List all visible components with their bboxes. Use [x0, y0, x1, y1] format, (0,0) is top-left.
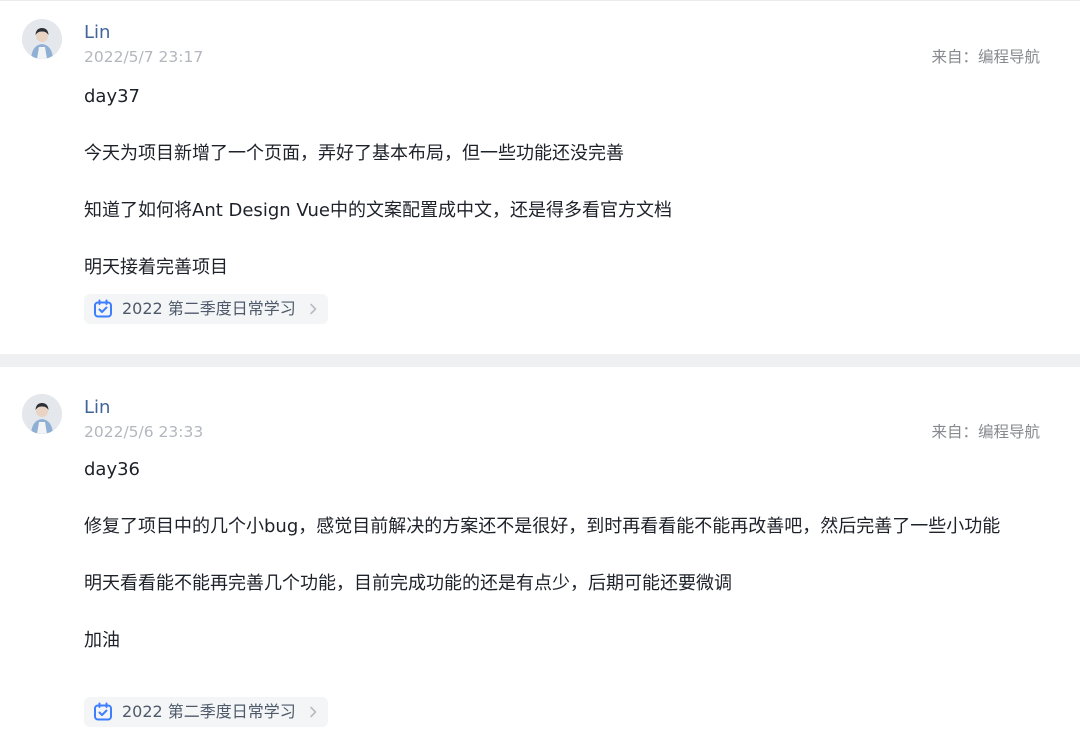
post-paragraph: day36 — [84, 459, 141, 480]
topic-tag[interactable]: 2022 第二季度日常学习 — [84, 294, 328, 324]
avatar[interactable] — [22, 394, 62, 434]
post-paragraph: 知道了如何将Ant Design Vue中的文案配置成中文，还是得多看官方文档 — [84, 200, 672, 221]
post-content: day37 今天为项目新增了一个页面，弄好了基本布局，但一些功能还没完善 知道了… — [84, 83, 1044, 282]
post-timestamp: 2022/5/6 23:33 — [84, 423, 204, 441]
post-paragraph: 明天看看能不能再完善几个功能，目前完成功能的还是有点少，后期可能还要微调 — [84, 573, 732, 594]
topic-tag-label: 2022 第二季度日常学习 — [122, 702, 296, 721]
post-source[interactable]: 来自：编程导航 — [931, 422, 1040, 442]
post-feed: Lin 2022/5/7 23:17 来自：编程导航 day37 今天为项目新增… — [0, 0, 1080, 746]
post-card: Lin 2022/5/6 23:33 来自：编程导航 day36 修复了项目中的… — [0, 367, 1080, 746]
post-content: day36 修复了项目中的几个小bug，感觉目前解决的方案还不是很好，到时再看看… — [84, 456, 1044, 655]
post-timestamp: 2022/5/7 23:17 — [84, 48, 204, 66]
author-name[interactable]: Lin — [84, 22, 110, 44]
post-divider — [0, 354, 1080, 367]
post-paragraph: day37 — [84, 86, 141, 107]
avatar-image — [22, 394, 62, 434]
avatar[interactable] — [22, 19, 62, 59]
chevron-right-icon — [310, 303, 317, 315]
post-paragraph: 修复了项目中的几个小bug，感觉目前解决的方案还不是很好，到时再看看能不能再改善… — [84, 516, 1001, 537]
topic-tag-label: 2022 第二季度日常学习 — [122, 299, 296, 318]
author-name[interactable]: Lin — [84, 397, 110, 419]
post-paragraph: 今天为项目新增了一个页面，弄好了基本布局，但一些功能还没完善 — [84, 143, 624, 164]
topic-tag[interactable]: 2022 第二季度日常学习 — [84, 697, 328, 727]
chevron-right-icon — [310, 706, 317, 718]
post-card: Lin 2022/5/7 23:17 来自：编程导航 day37 今天为项目新增… — [0, 0, 1080, 355]
post-source[interactable]: 来自：编程导航 — [931, 47, 1040, 67]
post-paragraph: 加油 — [84, 630, 120, 651]
calendar-check-icon — [94, 702, 112, 721]
calendar-check-icon — [94, 299, 112, 318]
avatar-image — [22, 19, 62, 59]
post-paragraph: 明天接着完善项目 — [84, 257, 228, 278]
